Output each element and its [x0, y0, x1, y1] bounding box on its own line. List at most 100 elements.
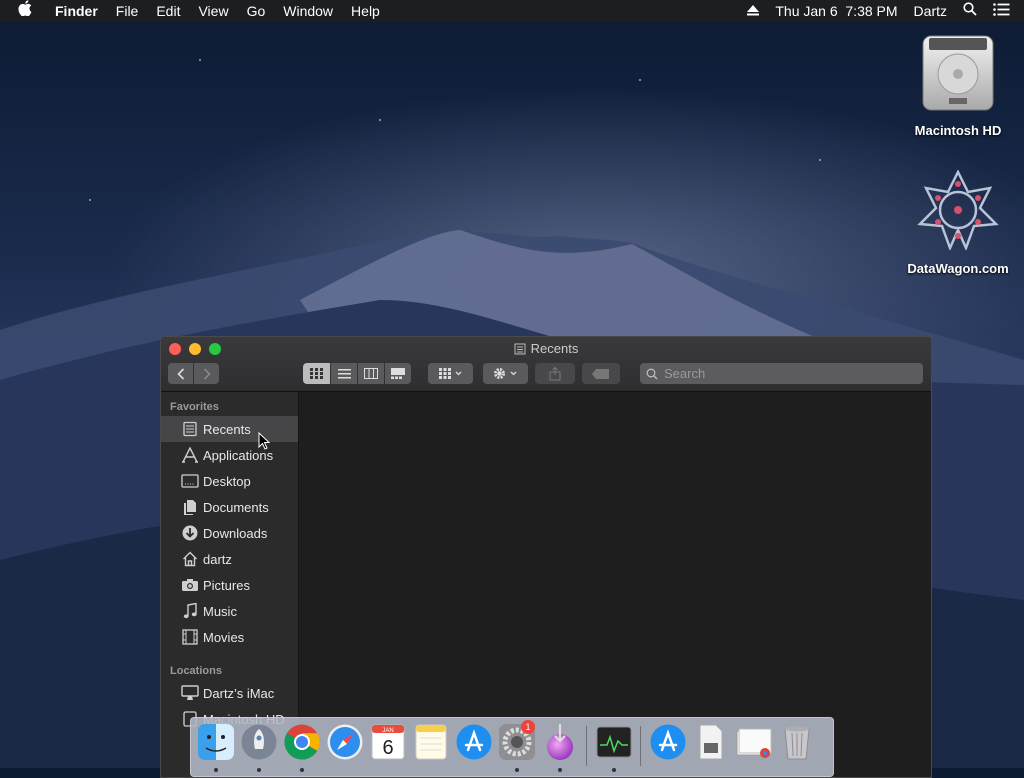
- sidebar-item-home[interactable]: dartz: [161, 546, 298, 572]
- tag-button[interactable]: [582, 363, 620, 384]
- chevron-right-icon: [203, 367, 211, 380]
- dock-separator: [586, 726, 587, 766]
- search-field[interactable]: Search: [640, 363, 923, 384]
- menu-view[interactable]: View: [189, 0, 237, 22]
- sidebar-heading-favorites: Favorites: [170, 401, 219, 413]
- notes-icon: [415, 724, 446, 760]
- app-store-icon: [456, 724, 491, 760]
- menu-bar: Finder File Edit View Go Window Help Thu…: [0, 0, 1024, 22]
- list-icon: [337, 368, 351, 378]
- sidebar-item-label: Desktop: [203, 473, 251, 489]
- dock-calendar[interactable]: JAN 6: [366, 723, 409, 773]
- activity-monitor-icon: [596, 726, 631, 758]
- desktop-icon-macintosh-hd[interactable]: Macintosh HD: [898, 34, 1018, 138]
- recents-title-icon: [514, 343, 526, 358]
- sidebar-item-pictures[interactable]: Pictures: [161, 572, 298, 598]
- running-indicator: [300, 768, 304, 772]
- sidebar-item-label: Documents: [203, 499, 269, 515]
- sidebar-item-label: Dartz’s iMac: [203, 685, 275, 701]
- sidebar-item-label: dartz: [203, 551, 232, 567]
- running-indicator: [558, 768, 562, 772]
- dock-launchpad[interactable]: [237, 723, 280, 773]
- sidebar-item-documents[interactable]: Documents: [161, 494, 298, 520]
- desktop-icon-label: DataWagon.com: [907, 261, 1009, 276]
- film-icon: [177, 629, 203, 645]
- sidebar-item-movies[interactable]: Movies: [161, 624, 298, 650]
- desktop-icon-datawagon[interactable]: DataWagon.com: [898, 169, 1018, 276]
- sidebar-item-desktop[interactable]: Desktop: [161, 468, 298, 494]
- back-button[interactable]: [168, 363, 193, 384]
- desktop-icon-label: Macintosh HD: [914, 123, 1002, 138]
- computer-icon: [177, 685, 203, 701]
- recents-icon: [177, 421, 203, 437]
- trash-icon: [783, 726, 810, 760]
- columns-icon: [364, 368, 378, 379]
- action-menu-button[interactable]: [483, 363, 528, 384]
- home-icon: [177, 551, 203, 567]
- dock-documents-stack[interactable]: [689, 723, 732, 773]
- gallery-icon: [391, 368, 405, 379]
- forward-button[interactable]: [194, 363, 219, 384]
- clock[interactable]: Thu Jan 6 7:38 PM: [767, 0, 905, 22]
- sidebar-item-label: Music: [203, 603, 237, 619]
- downloads-icon: [177, 525, 203, 541]
- group-grid-icon: [438, 368, 461, 379]
- dock-system-preferences[interactable]: 1: [495, 720, 538, 773]
- running-indicator: [257, 768, 261, 772]
- group-by-button[interactable]: [428, 363, 473, 384]
- apple-menu-icon[interactable]: [0, 0, 46, 23]
- calendar-icon: JAN 6: [371, 724, 404, 760]
- menu-window[interactable]: Window: [274, 0, 342, 22]
- camera-icon: [177, 578, 203, 592]
- menu-file[interactable]: File: [107, 0, 148, 22]
- network-volume-icon: [917, 169, 999, 252]
- eject-icon[interactable]: [739, 0, 767, 22]
- window-title: Recents: [161, 341, 931, 358]
- dock-chrome[interactable]: [280, 723, 323, 773]
- sidebar-item-applications[interactable]: Applications: [161, 442, 298, 468]
- search-placeholder: Search: [664, 366, 706, 381]
- running-indicator: [612, 768, 616, 772]
- dock-trash[interactable]: [775, 723, 818, 773]
- dock-app-store[interactable]: [452, 723, 495, 773]
- share-button[interactable]: [535, 363, 575, 384]
- dock-chrome-files[interactable]: [732, 723, 775, 773]
- running-indicator: [214, 768, 218, 772]
- dock-activity-monitor[interactable]: [592, 723, 635, 773]
- menu-help[interactable]: Help: [342, 0, 389, 22]
- finder-window: Recents Search Favorites Recents Applica…: [160, 336, 932, 778]
- icon-view-button[interactable]: [303, 363, 330, 384]
- user-menu[interactable]: Dartz: [906, 0, 955, 22]
- menu-edit[interactable]: Edit: [147, 0, 189, 22]
- calendar-day: 6: [382, 737, 393, 759]
- column-view-button[interactable]: [358, 363, 384, 384]
- file-stack-icon: [736, 728, 771, 758]
- launchpad-icon: [241, 724, 276, 760]
- sidebar-item-label: Recents: [203, 421, 251, 437]
- dock-notes[interactable]: [409, 723, 452, 773]
- hard-drive-icon: [922, 35, 994, 111]
- applications-icon: [177, 447, 203, 463]
- menu-go[interactable]: Go: [238, 0, 275, 22]
- notification-center-icon[interactable]: [985, 0, 1024, 22]
- dock-safari[interactable]: [323, 723, 366, 773]
- chrome-icon: [283, 724, 320, 760]
- dock-app-store-downloads[interactable]: [646, 723, 689, 773]
- window-titlebar[interactable]: Recents Search: [161, 337, 931, 392]
- sidebar-item-label: Downloads: [203, 525, 268, 541]
- sidebar-item-music[interactable]: Music: [161, 598, 298, 624]
- finder-icon: [197, 724, 234, 760]
- share-icon: [549, 366, 561, 380]
- list-view-button[interactable]: [331, 363, 357, 384]
- app-menu-finder[interactable]: Finder: [46, 0, 107, 22]
- tag-icon: [592, 368, 609, 379]
- music-note-icon: [177, 603, 203, 619]
- sidebar-item-imac[interactable]: Dartz’s iMac: [161, 680, 298, 706]
- dock-installer[interactable]: [538, 723, 581, 773]
- calendar-month: JAN: [382, 728, 393, 734]
- sidebar-item-downloads[interactable]: Downloads: [161, 520, 298, 546]
- sidebar-item-recents[interactable]: Recents: [161, 416, 298, 442]
- spotlight-search-icon[interactable]: [955, 0, 985, 22]
- dock-finder[interactable]: [194, 723, 237, 773]
- gallery-view-button[interactable]: [385, 363, 411, 384]
